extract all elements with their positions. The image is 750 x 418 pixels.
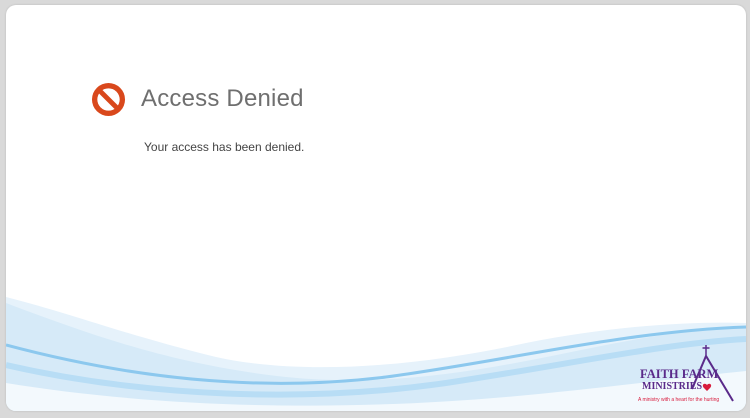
svg-text:FAITH FARM: FAITH FARM bbox=[640, 367, 719, 381]
faith-farm-logo: FAITH FARM MINISTRIES A ministry with a … bbox=[638, 345, 734, 403]
page-frame: Access Denied Your access has been denie… bbox=[6, 5, 746, 411]
access-message: Your access has been denied. bbox=[144, 140, 305, 154]
svg-text:A ministry with a heart for th: A ministry with a heart for the hurting bbox=[638, 397, 719, 403]
access-denied-icon bbox=[91, 82, 126, 117]
svg-text:MINISTRIES: MINISTRIES bbox=[642, 381, 702, 392]
page-title: Access Denied bbox=[141, 85, 304, 112]
